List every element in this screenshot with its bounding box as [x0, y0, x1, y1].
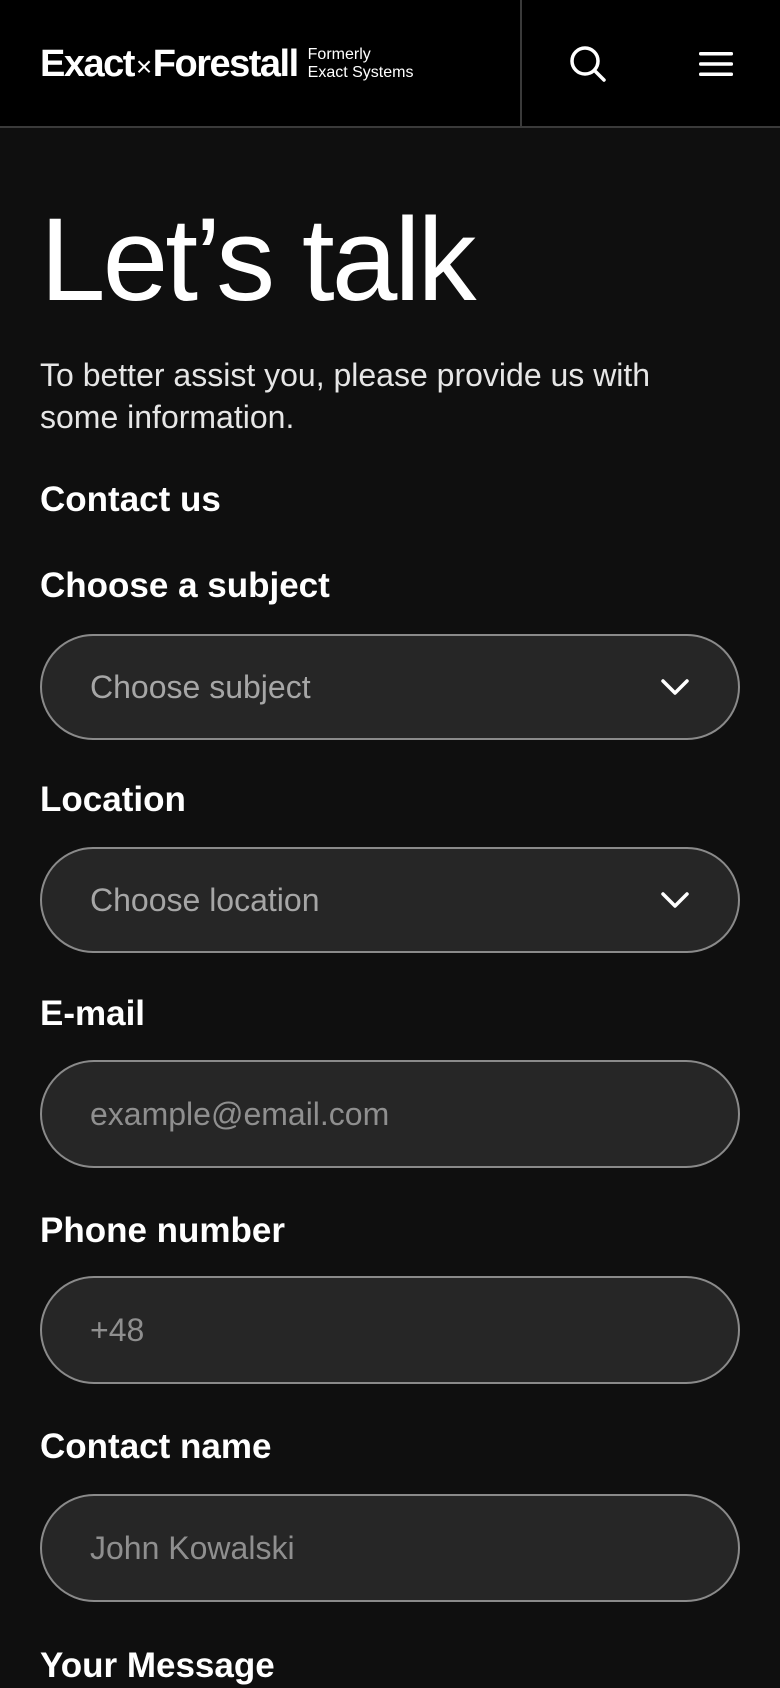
phone-field[interactable]: [40, 1276, 740, 1384]
hamburger-menu-icon: [699, 52, 733, 76]
phone-label: Phone number: [40, 1211, 286, 1250]
email-field[interactable]: [40, 1060, 740, 1168]
menu-button[interactable]: [692, 40, 740, 88]
logo[interactable]: Exact × Forestall Formerly Exact Systems: [40, 42, 414, 86]
contact-name-input[interactable]: [90, 1529, 690, 1567]
logo-wordmark: Exact × Forestall: [40, 42, 299, 86]
logo-subtitle: Formerly Exact Systems: [308, 46, 414, 82]
contact-name-label: Contact name: [40, 1427, 272, 1466]
contact-us-heading: Contact us: [40, 480, 221, 519]
chevron-down-icon: [660, 678, 690, 696]
logo-subtitle-line1: Formerly: [307, 46, 371, 63]
search-button[interactable]: [564, 40, 612, 88]
logo-subtitle-line2: Exact Systems: [307, 64, 414, 81]
site-header: Exact × Forestall Formerly Exact Systems: [0, 0, 780, 128]
location-select-value: Choose location: [90, 881, 320, 918]
search-icon: [570, 46, 606, 82]
subject-select-value: Choose subject: [90, 668, 311, 705]
subject-select[interactable]: Choose subject: [40, 634, 740, 740]
location-label: Location: [40, 780, 186, 819]
logo-forestall: Forestall: [152, 42, 299, 85]
intro-text: To better assist you, please provide us …: [40, 357, 651, 435]
header-divider: [520, 0, 522, 128]
phone-input[interactable]: [90, 1311, 690, 1349]
logo-x-icon: ×: [135, 51, 152, 82]
chevron-down-icon: [660, 891, 690, 909]
page-title: Let’s talk: [40, 194, 477, 326]
subject-label: Choose a subject: [40, 566, 330, 605]
email-label: E-mail: [40, 994, 146, 1033]
contact-name-field[interactable]: [40, 1494, 740, 1602]
email-input[interactable]: [90, 1095, 690, 1133]
location-select[interactable]: Choose location: [40, 847, 740, 953]
logo-exact: Exact: [40, 42, 135, 85]
message-label: Your Message: [40, 1646, 275, 1685]
